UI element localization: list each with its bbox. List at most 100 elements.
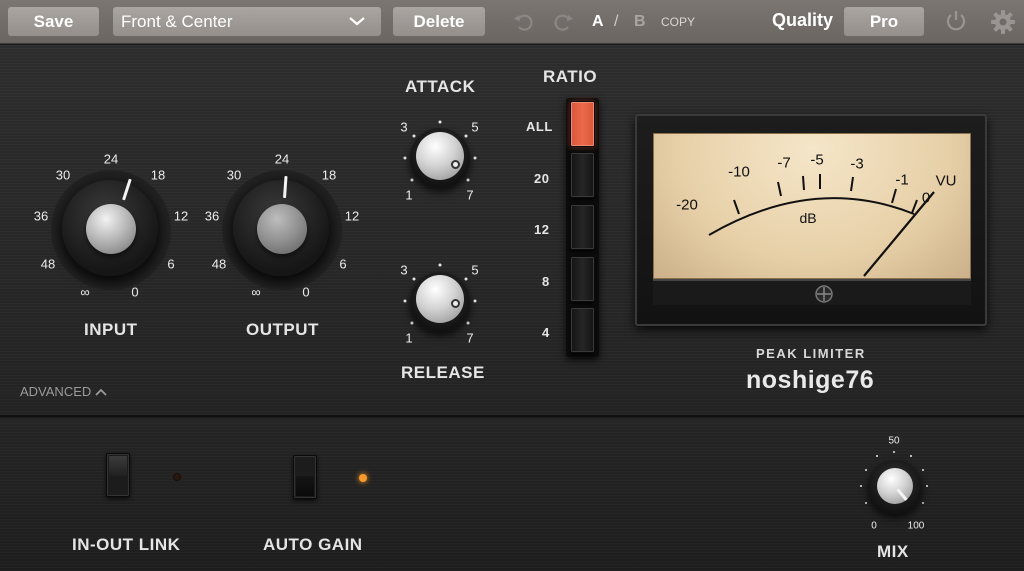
brand-logo: noshige76 — [746, 366, 875, 394]
ratio-option-label: 12 — [534, 222, 550, 237]
compare-a-button[interactable]: A — [592, 13, 604, 31]
ratio-button-4[interactable] — [570, 307, 595, 353]
ratio-option-label: ALL — [526, 119, 553, 134]
tick-dot — [893, 451, 895, 453]
auto-gain-led — [359, 474, 367, 482]
auto-gain-label: AUTO GAIN — [263, 535, 363, 554]
release-tick: 7 — [466, 330, 474, 346]
tick-dot — [410, 178, 414, 182]
output-tick: 0 — [302, 284, 310, 300]
vu-scale-label: -5 — [810, 151, 824, 169]
switch-lever — [296, 476, 314, 496]
redo-icon[interactable] — [551, 10, 575, 34]
vu-scale-label: -10 — [728, 163, 750, 181]
copy-button[interactable]: COPY — [661, 15, 695, 29]
input-tick: 24 — [103, 151, 119, 167]
output-knob-cap[interactable] — [257, 204, 307, 254]
tick-dot — [438, 120, 442, 124]
chevron-up-icon — [95, 388, 107, 396]
tick-dot — [464, 277, 468, 281]
attack-tick: 5 — [471, 119, 479, 135]
output-tick: 12 — [344, 208, 360, 224]
in-out-link-switch[interactable] — [106, 453, 130, 497]
in-out-link-led — [173, 473, 181, 481]
tick-dot — [473, 299, 477, 303]
tick-dot — [910, 455, 912, 457]
vu-meter-face: -20 -10 -7 -5 -3 -1 0 dB VU — [653, 133, 971, 279]
vu-meter: -20 -10 -7 -5 -3 -1 0 dB VU — [635, 114, 987, 326]
preset-dropdown[interactable]: Front & Center — [113, 7, 381, 36]
release-knob-marker — [451, 299, 460, 308]
attack-tick: 1 — [405, 187, 413, 203]
ratio-option-label: 4 — [542, 325, 550, 340]
tick-dot — [464, 134, 468, 138]
vu-scale-label: -3 — [850, 155, 864, 173]
ratio-button-8[interactable] — [570, 256, 595, 302]
input-tick: 0 — [131, 284, 139, 300]
output-tick: 30 — [226, 167, 242, 183]
tick-dot — [403, 156, 407, 160]
vu-meter-base — [653, 279, 971, 305]
chevron-down-icon — [349, 17, 365, 26]
tick-dot — [438, 263, 442, 267]
ratio-button-20[interactable] — [570, 152, 595, 198]
vu-badge: VU — [935, 172, 957, 190]
gear-icon[interactable] — [990, 9, 1016, 35]
compare-separator: / — [614, 13, 619, 30]
tick-dot — [865, 502, 867, 504]
ratio-option-label: 8 — [542, 274, 550, 289]
tick-dot — [412, 134, 416, 138]
quality-label: Quality — [772, 10, 834, 30]
advanced-toggle[interactable]: ADVANCED — [20, 384, 107, 399]
output-tick: ∞ — [251, 284, 261, 300]
screw-icon — [815, 285, 833, 303]
vu-scale-label: -7 — [777, 154, 791, 172]
release-tick: 5 — [471, 262, 479, 278]
input-tick: 36 — [33, 208, 49, 224]
attack-knob-cap[interactable] — [416, 132, 464, 180]
power-icon[interactable] — [944, 9, 968, 33]
undo-icon[interactable] — [512, 10, 536, 34]
release-tick: 3 — [400, 262, 408, 278]
compare-b-button[interactable]: B — [634, 13, 646, 31]
tick-dot — [412, 277, 416, 281]
quality-pro-button[interactable]: Pro — [844, 7, 924, 36]
ratio-button-12[interactable] — [570, 204, 595, 250]
input-knob-cap[interactable] — [86, 204, 136, 254]
tick-dot — [922, 502, 924, 504]
attack-label: ATTACK — [405, 77, 476, 96]
output-tick: 36 — [204, 208, 220, 224]
in-out-link-label: IN-OUT LINK — [72, 535, 181, 554]
save-button[interactable]: Save — [8, 7, 99, 36]
preset-value: Front & Center — [121, 11, 233, 31]
auto-gain-switch[interactable] — [293, 455, 317, 499]
tick-dot — [926, 485, 928, 487]
input-label: INPUT — [84, 320, 138, 339]
mix-label: MIX — [877, 542, 909, 561]
vu-unit-label: dB — [799, 210, 817, 226]
release-tick: 1 — [405, 330, 413, 346]
top-toolbar: Save Front & Center Delete A / B COPY Qu… — [0, 0, 1024, 44]
tick-dot — [865, 469, 867, 471]
output-tick: 48 — [211, 256, 227, 272]
vu-scale-label: 0 — [921, 189, 931, 207]
ratio-button-all[interactable] — [570, 101, 595, 147]
ratio-option-label: 20 — [534, 171, 550, 186]
ratio-label: RATIO — [543, 67, 598, 86]
delete-button[interactable]: Delete — [393, 7, 485, 36]
output-label: OUTPUT — [246, 320, 319, 339]
tick-dot — [466, 321, 470, 325]
input-tick: ∞ — [80, 284, 90, 300]
tick-dot — [473, 156, 477, 160]
input-tick: 18 — [150, 167, 166, 183]
mix-tick: 0 — [871, 520, 877, 532]
tick-dot — [876, 455, 878, 457]
vu-scale-label: -1 — [895, 171, 909, 189]
brand-subtitle: PEAK LIMITER — [756, 346, 866, 361]
tick-dot — [922, 469, 924, 471]
switch-lever — [109, 456, 127, 476]
tick-dot — [466, 178, 470, 182]
attack-tick: 7 — [466, 187, 474, 203]
output-tick: 24 — [274, 151, 290, 167]
tick-dot — [860, 485, 862, 487]
